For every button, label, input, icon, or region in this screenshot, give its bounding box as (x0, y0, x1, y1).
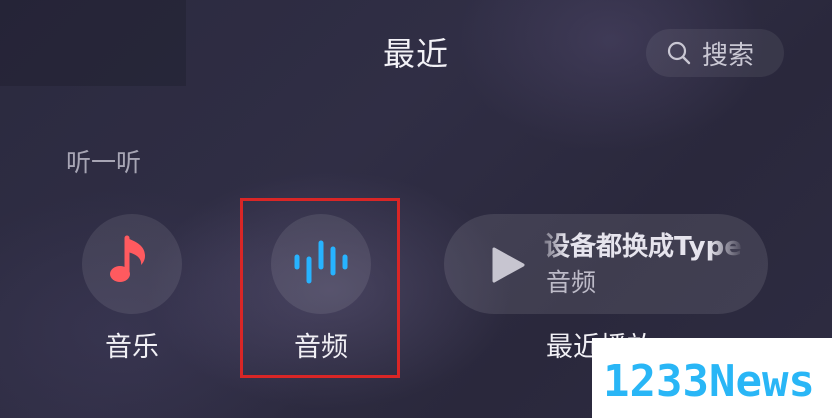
music-tile-label: 音乐 (105, 332, 159, 363)
recent-track-title: 设备都换成Type (544, 232, 742, 262)
recent-track-type: 音频 (546, 268, 597, 297)
section-title: 听一听 (66, 148, 142, 177)
music-note-icon (107, 232, 157, 296)
recent-playback-card[interactable]: 设备都换成Type 音频 (444, 214, 768, 314)
music-tile-button[interactable] (82, 214, 182, 314)
play-icon[interactable] (490, 246, 526, 288)
highlight-box (240, 198, 400, 378)
watermark-logo: 1233News (592, 338, 832, 418)
search-icon (666, 40, 692, 66)
watermark-text: 1233News (603, 356, 815, 406)
search-label: 搜索 (702, 40, 755, 71)
search-button[interactable]: 搜索 (646, 29, 784, 77)
